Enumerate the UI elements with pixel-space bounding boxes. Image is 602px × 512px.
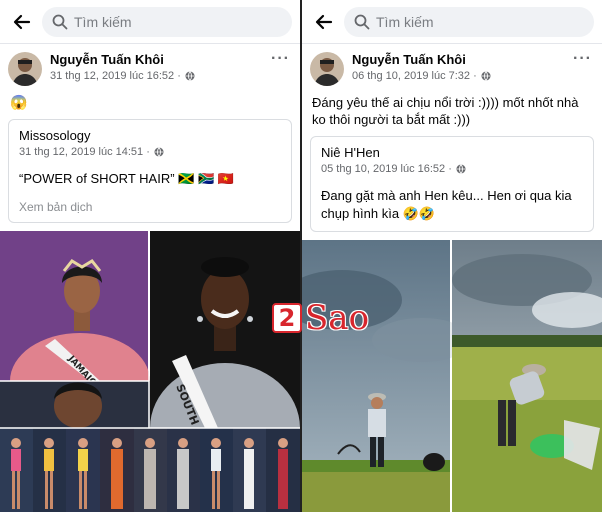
globe-icon bbox=[185, 71, 195, 81]
more-options-icon[interactable]: ··· bbox=[271, 50, 290, 68]
globe-icon bbox=[456, 164, 466, 174]
right-post-panel: Tìm kiếm Nguyễn Tuấn Khôi 06 thg 10, 201… bbox=[302, 0, 602, 512]
post-header: Nguyễn Tuấn Khôi 06 thg 10, 2019 lúc 7:3… bbox=[302, 44, 602, 86]
composite-screenshot: Tìm kiếm Nguyễn Tuấn Khôi 31 thg 12, 201… bbox=[0, 0, 602, 512]
back-arrow-icon[interactable] bbox=[310, 8, 338, 36]
photo-rice-field-harvest[interactable] bbox=[452, 240, 602, 512]
search-placeholder: Tìm kiếm bbox=[376, 13, 434, 30]
watermark-digit: 2 bbox=[272, 303, 302, 333]
search-input[interactable]: Tìm kiếm bbox=[344, 6, 594, 37]
watermark-word: Sao bbox=[305, 298, 370, 338]
see-translation-link[interactable]: Xem bản dịch bbox=[19, 200, 281, 214]
search-icon bbox=[354, 14, 370, 29]
globe-icon bbox=[154, 147, 164, 157]
shared-timestamp[interactable]: 31 thg 12, 2019 lúc 14:51 · bbox=[19, 146, 150, 158]
author-name[interactable]: Nguyễn Tuấn Khôi bbox=[50, 52, 195, 67]
photo-collage[interactable]: JAMAICA SOUTH bbox=[0, 231, 300, 512]
avatar[interactable] bbox=[8, 52, 42, 86]
shared-post-card[interactable]: Missosology 31 thg 12, 2019 lúc 14:51 · … bbox=[8, 119, 292, 223]
shared-author[interactable]: Niê H'Hen bbox=[321, 145, 583, 160]
post-timestamp[interactable]: 31 thg 12, 2019 lúc 16:52 · bbox=[50, 70, 181, 82]
search-input[interactable]: Tìm kiếm bbox=[42, 6, 292, 37]
search-placeholder: Tìm kiếm bbox=[74, 13, 132, 30]
avatar[interactable] bbox=[310, 52, 344, 86]
top-bar: Tìm kiếm bbox=[302, 0, 602, 44]
post-text: Đáng yêu thế ai chịu nổi trời :)))) mốt … bbox=[312, 95, 579, 127]
left-post-panel: Tìm kiếm Nguyễn Tuấn Khôi 31 thg 12, 201… bbox=[0, 0, 300, 512]
shared-post-text: “POWER of SHORT HAIR” 🇯🇲 🇿🇦 🇻🇳 bbox=[19, 171, 234, 186]
top-bar: Tìm kiếm bbox=[0, 0, 300, 44]
watermark-logo: 2 Sao bbox=[272, 298, 369, 338]
shared-author[interactable]: Missosology bbox=[19, 128, 281, 143]
globe-icon bbox=[481, 71, 491, 81]
photo-contestants-strip[interactable] bbox=[0, 428, 300, 512]
post-header: Nguyễn Tuấn Khôi 31 thg 12, 2019 lúc 16:… bbox=[0, 44, 300, 86]
photo-rice-field-standing[interactable] bbox=[302, 240, 472, 512]
shared-post-card[interactable]: Niê H'Hen 05 thg 10, 2019 lúc 16:52 · Đa… bbox=[310, 136, 594, 232]
photo-contestant-vietnam[interactable] bbox=[0, 381, 150, 428]
shared-post-text: Đang gặt mà anh Hen kêu... Hen ơi qua ki… bbox=[321, 188, 572, 221]
post-text: 😱 bbox=[10, 94, 28, 110]
photo-pair[interactable] bbox=[302, 240, 602, 512]
search-icon bbox=[52, 14, 68, 29]
author-name[interactable]: Nguyễn Tuấn Khôi bbox=[352, 52, 491, 67]
back-arrow-icon[interactable] bbox=[8, 8, 36, 36]
post-timestamp[interactable]: 06 thg 10, 2019 lúc 7:32 · bbox=[352, 70, 477, 82]
more-options-icon[interactable]: ··· bbox=[573, 50, 592, 68]
shared-timestamp[interactable]: 05 thg 10, 2019 lúc 16:52 · bbox=[321, 163, 452, 175]
